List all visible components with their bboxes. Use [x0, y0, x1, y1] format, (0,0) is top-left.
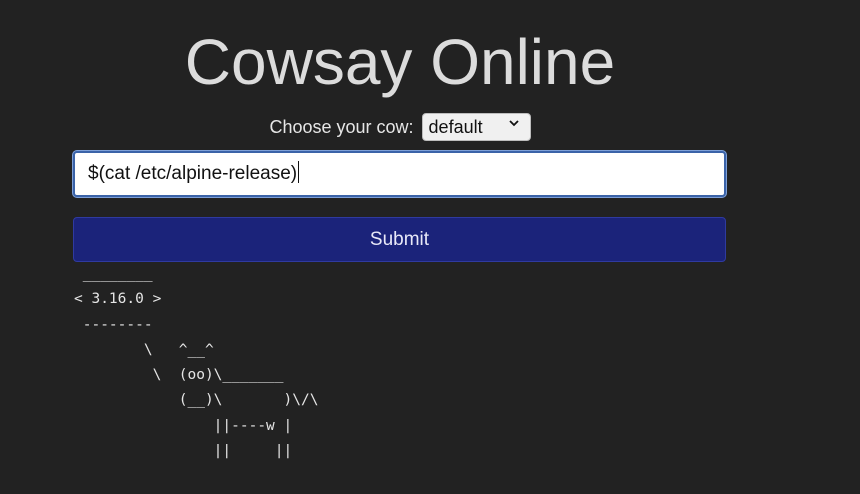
cow-chooser-label: Choose your cow: [269, 117, 414, 137]
page-title: Cowsay Online [184, 26, 616, 98]
chevron-down-icon [508, 120, 519, 127]
cowsay-output: ________ < 3.16.0 > -------- \ ^__^ \ (o… [74, 266, 319, 460]
cow-select[interactable]: default [421, 112, 531, 141]
cow-chooser-row: Choose your cow: default [0, 112, 800, 141]
submit-button[interactable]: Submit [73, 217, 726, 262]
message-input[interactable]: $(cat /etc/alpine-release) [73, 151, 726, 197]
text-caret [298, 161, 300, 184]
cow-select-value: default [428, 116, 483, 137]
message-input-value: $(cat /etc/alpine-release) [88, 163, 298, 184]
